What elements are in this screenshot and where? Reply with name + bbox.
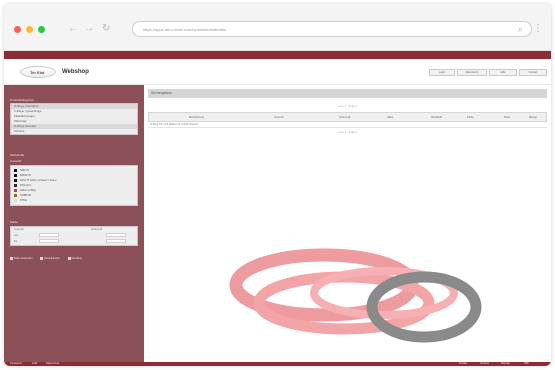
cart-button[interactable]: Warenkorb bbox=[457, 69, 487, 76]
materials-subtitle: Auswahl bbox=[10, 159, 22, 163]
browser-menu-icon[interactable]: ⋮ bbox=[533, 23, 543, 34]
filter-label: Schnur-Ø bbox=[91, 228, 103, 231]
browser-window: ← → ↻ https://apps.aero-elast.com/hz/ers… bbox=[4, 4, 551, 366]
sidebar-nav-title: Produktkategorien bbox=[10, 98, 35, 102]
filter-label: von bbox=[14, 234, 19, 237]
search-icon[interactable]: ⌕ bbox=[518, 24, 523, 35]
sidebar-links: Filter anwenden Zurücksetzen Merkliste bbox=[10, 257, 89, 260]
minimize-window-button[interactable] bbox=[26, 26, 33, 33]
inner-diameter-from-input[interactable] bbox=[39, 233, 59, 237]
link-label: Filter anwenden bbox=[14, 257, 33, 261]
column-header[interactable]: Innen-Ø bbox=[274, 116, 283, 119]
column-header[interactable]: Schnur-Ø bbox=[339, 116, 350, 119]
column-header[interactable]: Preis bbox=[504, 116, 510, 119]
footer-link[interactable]: AGB bbox=[32, 362, 37, 366]
color-swatch bbox=[14, 174, 17, 177]
materials-title: Werkstoffe bbox=[10, 153, 25, 157]
link-label: Merkliste bbox=[71, 257, 82, 261]
dimension-filter: Innen-Ø Schnur-Ø von bis bbox=[10, 226, 138, 246]
sidebar: Produktkategorien O-Ringe (Standard) X-R… bbox=[4, 85, 144, 362]
color-swatch bbox=[14, 169, 17, 172]
main-content: Suchergebnis « 1 » 1 - 1 von 1 Bezeichnu… bbox=[144, 85, 551, 362]
color-swatch bbox=[14, 179, 17, 182]
pagination-bottom[interactable]: « 1 » 1 - 1 von 1 bbox=[144, 131, 551, 134]
watchlist-link[interactable]: Merkliste bbox=[67, 257, 82, 261]
footer-link[interactable]: Datenschutz bbox=[46, 362, 59, 366]
contact-button[interactable]: Kontakt bbox=[519, 69, 547, 76]
back-arrow-icon[interactable]: ← bbox=[68, 23, 78, 35]
column-header[interactable]: Werkstoff bbox=[431, 116, 442, 119]
material-list: NBR 70 EPDM 70 FKM 75 (Viton) schwarz / … bbox=[10, 165, 138, 206]
o-ring-photo bbox=[229, 248, 482, 343]
site-footer: Impressum AGB Datenschutz Kontakt Versan… bbox=[4, 362, 551, 366]
link-label: Zurücksetzen bbox=[44, 257, 60, 261]
inner-diameter-to-input[interactable] bbox=[39, 239, 59, 243]
material-label: PTFE bbox=[20, 199, 27, 202]
column-header[interactable]: Härte bbox=[387, 116, 393, 119]
column-header[interactable]: Bezeichnung bbox=[189, 116, 204, 119]
color-swatch bbox=[14, 189, 17, 192]
bullet-icon bbox=[67, 257, 71, 260]
filter-label: bis bbox=[14, 240, 18, 243]
site-header: Ter Elst Webshop Login Warenkorb Hilfe K… bbox=[4, 59, 551, 85]
filter-title: Maße bbox=[10, 220, 18, 224]
column-header[interactable]: Menge bbox=[529, 116, 537, 119]
help-button[interactable]: Hilfe bbox=[489, 69, 517, 76]
site-title: Webshop bbox=[62, 69, 89, 75]
color-swatch bbox=[14, 199, 17, 202]
bullet-icon bbox=[40, 257, 44, 260]
login-button[interactable]: Login bbox=[429, 69, 455, 76]
close-window-button[interactable] bbox=[14, 26, 21, 33]
column-header[interactable]: Farbe bbox=[467, 116, 474, 119]
address-bar-url: https://apps.aero-elast.com/hz/ersatz/ma… bbox=[143, 27, 226, 32]
browser-chrome: ← → ↻ https://apps.aero-elast.com/hz/ers… bbox=[4, 4, 551, 51]
footer-link[interactable]: Sitemap bbox=[501, 362, 510, 366]
footer-link[interactable]: Impressum bbox=[10, 362, 22, 366]
reset-filter-link[interactable]: Zurücksetzen bbox=[40, 257, 60, 260]
filter-label: Innen-Ø bbox=[14, 228, 24, 231]
company-logo[interactable]: Ter Elst bbox=[20, 66, 56, 78]
page-title: Suchergebnis bbox=[148, 89, 547, 98]
forward-arrow-icon[interactable]: → bbox=[84, 23, 94, 35]
footer-link[interactable]: Hilfe bbox=[524, 362, 529, 366]
row-description: O-Ring 15 x 2,5 Silikon rot / FKM schwar… bbox=[150, 123, 199, 126]
cord-diameter-from-input[interactable] bbox=[106, 233, 126, 237]
cord-diameter-to-input[interactable] bbox=[106, 239, 126, 243]
brand-band bbox=[4, 51, 551, 59]
table-row[interactable]: O-Ring 15 x 2,5 Silikon rot / FKM schwar… bbox=[148, 122, 547, 128]
material-option[interactable]: PTFE bbox=[11, 198, 137, 203]
sidebar-item-cords[interactable]: Schnüre bbox=[11, 129, 137, 134]
results-table-header: Bezeichnung Innen-Ø Schnur-Ø Härte Werks… bbox=[148, 112, 547, 122]
reload-icon[interactable]: ↻ bbox=[102, 23, 110, 35]
color-swatch bbox=[14, 194, 17, 197]
apply-filter-link[interactable]: Filter anwenden bbox=[10, 257, 32, 260]
maximize-window-button[interactable] bbox=[38, 26, 45, 33]
bullet-icon bbox=[10, 257, 13, 260]
logo-text: Ter Elst bbox=[30, 70, 45, 75]
address-bar[interactable]: https://apps.aero-elast.com/hz/ersatz/ma… bbox=[132, 21, 532, 37]
category-nav: O-Ringe (Standard) X-Ringe / Quad-Ringe … bbox=[10, 103, 138, 135]
footer-link[interactable]: Versand bbox=[480, 362, 489, 366]
pagination-top[interactable]: « 1 » 1 - 1 von 1 bbox=[144, 105, 551, 108]
footer-link[interactable]: Kontakt bbox=[459, 362, 467, 366]
color-swatch bbox=[14, 184, 17, 187]
